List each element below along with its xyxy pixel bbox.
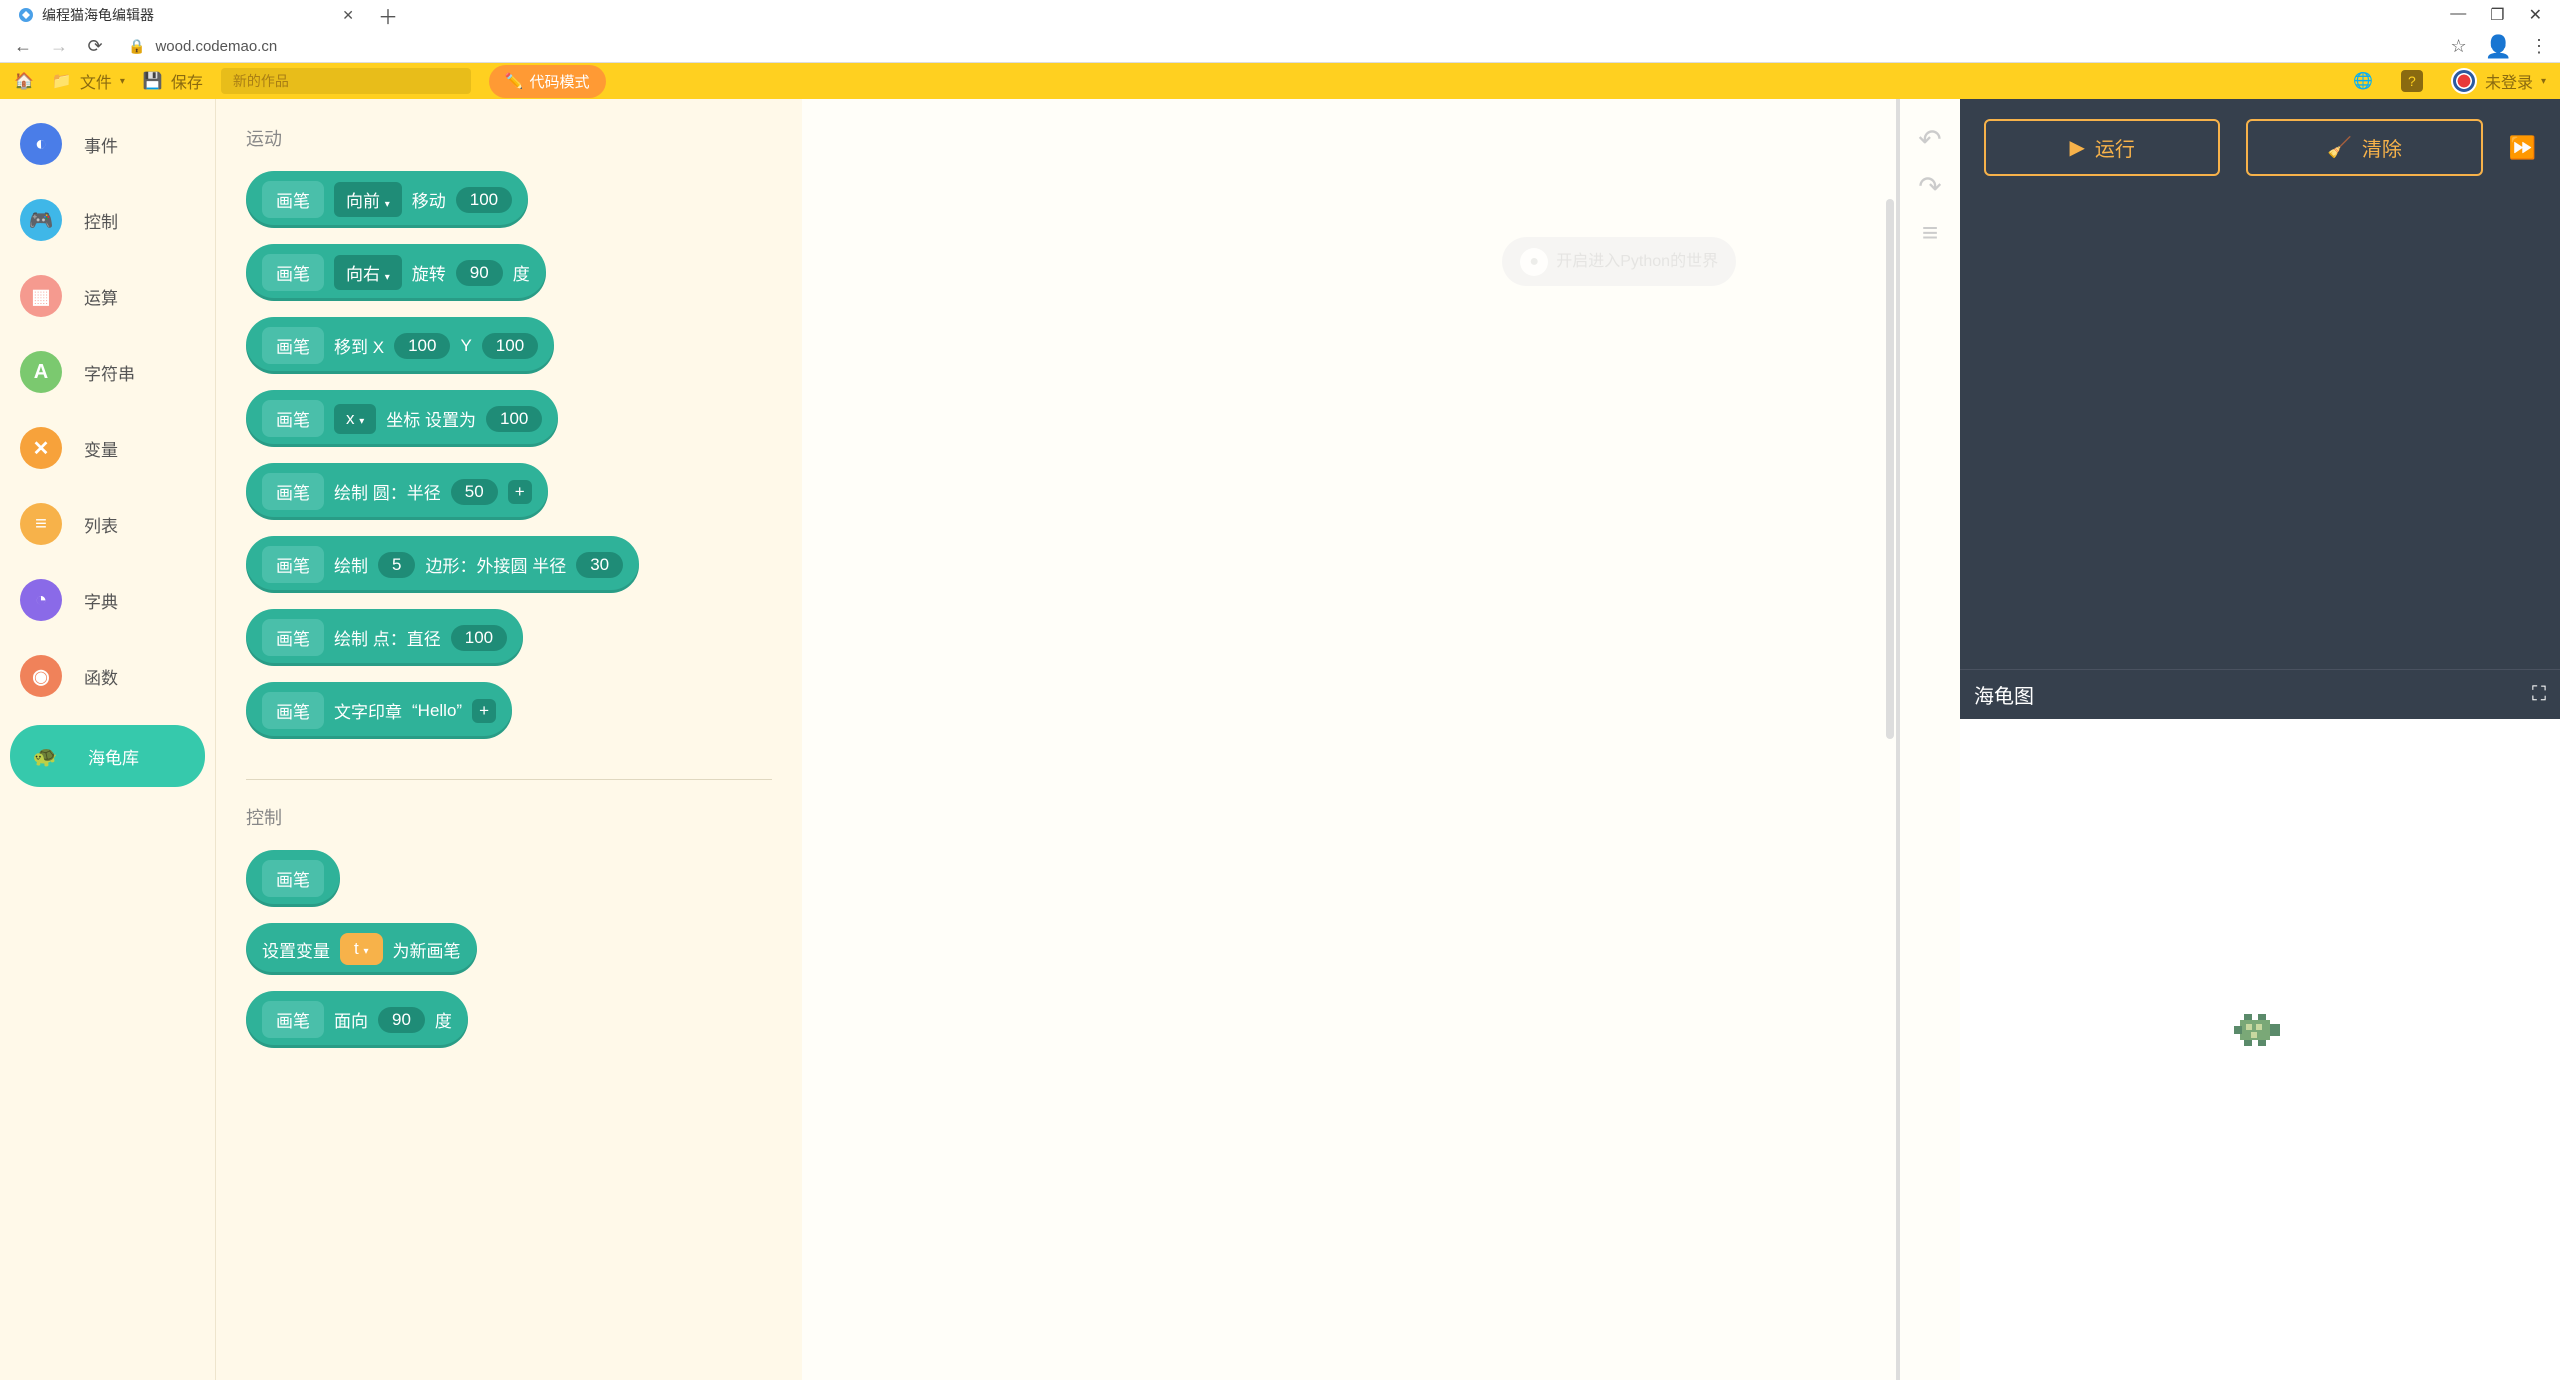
- help-icon[interactable]: ?: [2401, 70, 2423, 92]
- category-events[interactable]: ◐事件: [10, 117, 205, 171]
- tab-title: 编程猫海龟编辑器: [42, 5, 154, 25]
- url-bar[interactable]: 🔒 wood.codemao.cn: [120, 38, 2436, 55]
- globe-icon[interactable]: 🌐: [2353, 71, 2373, 91]
- category-func[interactable]: ◉函数: [10, 649, 205, 703]
- new-tab-button[interactable]: ＋: [378, 1, 398, 30]
- right-panel: ▶运行 🧹清除 ⏩ 海龟图 ⛶: [1960, 99, 2560, 1380]
- browser-tab[interactable]: 编程猫海龟编辑器 ✕: [6, 0, 366, 31]
- list-icon: ≡: [20, 503, 62, 545]
- category-dict[interactable]: ◔字典: [10, 573, 205, 627]
- block-set-coord[interactable]: 画笔 x ▾ 坐标 设置为 100: [246, 390, 558, 447]
- align-icon[interactable]: ≡: [1922, 217, 1938, 249]
- main-layout: ◐事件 🎮控制 ▦运算 A字符串 ✕变量 ≡列表 ◔字典 ◉函数 🐢海龟库 运动…: [0, 99, 2560, 1380]
- category-string[interactable]: A字符串: [10, 345, 205, 399]
- category-control[interactable]: 🎮控制: [10, 193, 205, 247]
- block-polygon[interactable]: 画笔 绘制 5 边形：外接圆 半径 30: [246, 536, 639, 593]
- profile-icon[interactable]: 👤: [2485, 34, 2512, 60]
- output-console: [1960, 196, 2560, 669]
- category-list[interactable]: ≡列表: [10, 497, 205, 551]
- block-rotate[interactable]: 画笔 向右 ▾ 旋转 90 度: [246, 244, 546, 301]
- block-set-var-pen[interactable]: 设置变量 t ▾ 为新画笔: [246, 923, 477, 975]
- block-pen-only[interactable]: 画笔: [246, 850, 340, 907]
- plus-icon[interactable]: +: [508, 480, 532, 504]
- category-turtle[interactable]: 🐢海龟库: [10, 725, 205, 787]
- events-icon: ◐: [20, 123, 62, 165]
- window-minimize-icon[interactable]: —: [2450, 5, 2466, 25]
- block-palette: 运动 画笔 向前 ▾ 移动 100 画笔 向右 ▾ 旋转 90 度 画笔 移到 …: [216, 99, 802, 1380]
- block-move-forward[interactable]: 画笔 向前 ▾ 移动 100: [246, 171, 528, 228]
- back-button[interactable]: ←: [12, 36, 34, 57]
- home-button[interactable]: 🏠: [14, 71, 34, 91]
- string-icon: A: [20, 351, 62, 393]
- code-mode-button[interactable]: 代码模式: [489, 65, 606, 98]
- expand-panel-icon[interactable]: ⏩: [2509, 135, 2536, 161]
- scrollbar-thumb[interactable]: [1886, 199, 1894, 739]
- reload-button[interactable]: ⟳: [84, 36, 106, 57]
- play-icon: ▶: [2069, 135, 2084, 160]
- broom-icon: 🧹: [2327, 135, 2352, 160]
- block-dot[interactable]: 画笔 绘制 点：直径 100: [246, 609, 523, 666]
- math-icon: ▦: [20, 275, 62, 317]
- clear-button[interactable]: 🧹清除: [2246, 119, 2482, 176]
- run-button[interactable]: ▶运行: [1984, 119, 2220, 176]
- category-sidebar: ◐事件 🎮控制 ▦运算 A字符串 ✕变量 ≡列表 ◔字典 ◉函数 🐢海龟库: [0, 99, 216, 1380]
- browser-chrome: 编程猫海龟编辑器 ✕ ＋ — ❐ ✕ ← → ⟳ 🔒 wood.codemao.…: [0, 0, 2560, 63]
- section-motion-title: 运动: [246, 125, 772, 151]
- app-toolbar: 🏠 文件 ▾ 保存 新的作品 代码模式 🌐 ? 未登录 ▾: [0, 63, 2560, 99]
- url-text: wood.codemao.cn: [155, 38, 277, 55]
- tab-strip: 编程猫海龟编辑器 ✕ ＋ — ❐ ✕: [0, 0, 2560, 30]
- category-math[interactable]: ▦运算: [10, 269, 205, 323]
- func-icon: ◉: [20, 655, 62, 697]
- redo-icon[interactable]: ↷: [1918, 170, 1941, 203]
- turtle-sprite-icon: [2224, 1010, 2284, 1050]
- block-face-dir[interactable]: 画笔 面向 90 度: [246, 991, 468, 1048]
- block-stamp-text[interactable]: 画笔 文字印章 “Hello” +: [246, 682, 512, 739]
- category-var[interactable]: ✕变量: [10, 421, 205, 475]
- python-hint: ●开启进入Python的世界: [1502, 237, 1736, 286]
- block-goto-xy[interactable]: 画笔 移到 X 100 Y 100: [246, 317, 554, 374]
- section-control-title: 控制: [246, 804, 772, 830]
- avatar-icon: [2451, 68, 2477, 94]
- login-button[interactable]: 未登录 ▾: [2451, 68, 2546, 94]
- turtle-canvas-header: 海龟图 ⛶: [1960, 669, 2560, 719]
- star-icon[interactable]: ☆: [2450, 36, 2466, 57]
- lock-icon: 🔒: [128, 38, 145, 55]
- dict-icon: ◔: [20, 579, 62, 621]
- fullscreen-icon[interactable]: ⛶: [2532, 683, 2546, 706]
- favicon-icon: [18, 7, 34, 23]
- turtle-icon: 🐢: [24, 735, 66, 777]
- tab-close-icon[interactable]: ✕: [342, 7, 354, 24]
- window-close-icon[interactable]: ✕: [2529, 5, 2542, 25]
- turtle-canvas[interactable]: [1960, 719, 2560, 1380]
- file-menu[interactable]: 文件 ▾: [52, 69, 125, 93]
- workspace[interactable]: ●开启进入Python的世界 ↶ ↷ ≡: [802, 99, 1960, 1380]
- undo-icon[interactable]: ↶: [1918, 123, 1941, 156]
- browser-menu-icon[interactable]: ⋮: [2530, 36, 2548, 57]
- project-title-input[interactable]: 新的作品: [221, 68, 471, 94]
- block-circle[interactable]: 画笔 绘制 圆：半径 50 +: [246, 463, 548, 520]
- window-maximize-icon[interactable]: ❐: [2490, 5, 2504, 25]
- var-icon: ✕: [20, 427, 62, 469]
- save-button[interactable]: 保存: [143, 69, 203, 93]
- address-bar: ← → ⟳ 🔒 wood.codemao.cn ☆ 👤 ⋮: [0, 30, 2560, 63]
- forward-button[interactable]: →: [48, 36, 70, 57]
- control-icon: 🎮: [20, 199, 62, 241]
- plus-icon[interactable]: +: [472, 699, 496, 723]
